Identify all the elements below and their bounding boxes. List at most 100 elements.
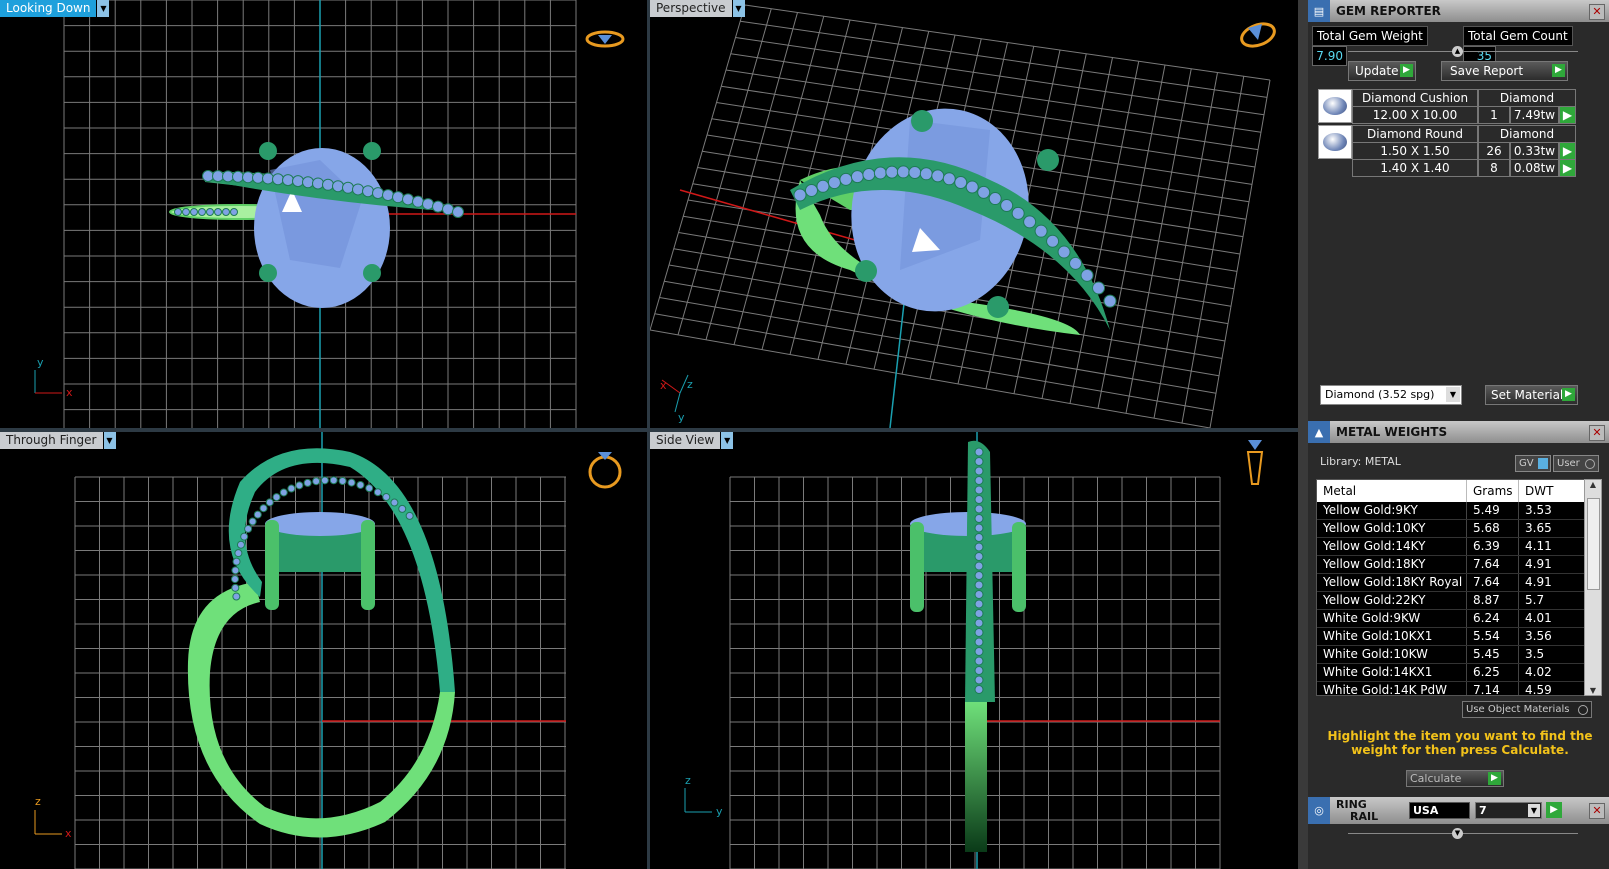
use-object-materials-label: Use Object Materials xyxy=(1466,704,1570,715)
gem-count: 1 xyxy=(1478,106,1510,124)
material-select[interactable]: Diamond (3.52 spg) ▼ xyxy=(1320,385,1462,405)
pave-stone xyxy=(234,549,243,558)
ring-size-select[interactable]: 7 ▼ xyxy=(1475,802,1542,819)
chevron-down-icon[interactable]: ▼ xyxy=(720,432,734,449)
close-icon[interactable]: ✕ xyxy=(1589,4,1605,20)
user-toggle[interactable]: User xyxy=(1553,455,1599,472)
table-row[interactable]: White Gold:10KW 5.45 3.5 xyxy=(1317,646,1585,664)
pave-stone xyxy=(974,656,984,666)
chevron-down-icon[interactable]: ▼ xyxy=(1446,387,1460,402)
gem-count: 26 xyxy=(1478,142,1510,160)
metal-weights-title: METAL WEIGHTS xyxy=(1336,425,1448,439)
grams-cell: 5.54 xyxy=(1467,628,1519,645)
update-button[interactable]: Update ▶ xyxy=(1348,61,1416,81)
pave-stone xyxy=(398,504,407,513)
side-view-canvas[interactable]: z y xyxy=(650,432,1298,869)
pave-stone xyxy=(287,484,296,493)
chevron-down-icon[interactable]: ▼ xyxy=(1528,804,1540,817)
use-object-materials-toggle[interactable]: Use Object Materials xyxy=(1462,701,1592,718)
scroll-down-icon[interactable]: ▼ xyxy=(1585,686,1601,695)
gem-row-action-button[interactable]: ▶ xyxy=(1559,142,1576,160)
expand-icon[interactable]: ▼ xyxy=(1452,828,1463,839)
scroll-thumb[interactable] xyxy=(1587,498,1600,590)
axis-label-x-bl: x xyxy=(65,827,72,840)
calculate-button[interactable]: Calculate ▶ xyxy=(1406,770,1504,787)
ring-region-field[interactable]: USA xyxy=(1409,802,1470,819)
viewport-side-view[interactable]: z y Side View ▼ xyxy=(650,432,1298,869)
pave-stone xyxy=(1069,256,1083,270)
gem-group-cushion[interactable]: Diamond Cushion Diamond 12.00 X 10.00 1 … xyxy=(1318,89,1576,124)
viewport-label: Looking Down xyxy=(0,0,97,17)
close-icon[interactable]: ✕ xyxy=(1589,803,1605,819)
viewport-menu-perspective[interactable]: Perspective ▼ xyxy=(650,0,745,17)
radio-icon xyxy=(1578,705,1588,715)
looking-down-canvas[interactable]: y x xyxy=(0,0,647,428)
pave-stone xyxy=(974,666,984,675)
pave-stone xyxy=(974,685,984,694)
grams-cell: 5.49 xyxy=(1467,502,1519,519)
viewport-perspective[interactable]: x z y Perspective ▼ xyxy=(650,0,1298,428)
metal-table-scrollbar[interactable]: ▲ ▼ xyxy=(1584,479,1602,696)
orientation-icon-tr xyxy=(1240,22,1276,48)
chevron-down-icon[interactable]: ▼ xyxy=(96,0,110,17)
viewport-splitter-horizontal[interactable] xyxy=(0,428,1305,432)
axis-label-y-br: y xyxy=(716,805,723,818)
play-icon: ▶ xyxy=(1552,64,1565,77)
gem-row-action-button[interactable]: ▶ xyxy=(1559,106,1576,124)
viewport-splitter-vertical[interactable] xyxy=(647,0,650,869)
pave-stone xyxy=(214,208,222,216)
metal-table[interactable]: Metal Grams DWT Yellow Gold:9KY 5.49 3.53 Y… xyxy=(1316,479,1586,696)
viewport-through-finger[interactable]: z x Through Finger ▼ xyxy=(0,432,647,869)
pave-stone xyxy=(804,183,818,197)
perspective-canvas[interactable]: x z y xyxy=(650,0,1298,428)
pave-stone xyxy=(908,165,922,179)
panel-splitter[interactable] xyxy=(1298,0,1308,869)
table-row[interactable]: Yellow Gold:18KY 7.64 4.91 xyxy=(1317,556,1585,574)
pave-stone xyxy=(174,208,182,216)
pave-stone xyxy=(365,484,374,493)
table-row[interactable]: White Gold:9KW 6.24 4.01 xyxy=(1317,610,1585,628)
save-report-button[interactable]: Save Report ▶ xyxy=(1441,61,1568,81)
table-row[interactable]: White Gold:10KX1 5.54 3.56 xyxy=(1317,628,1585,646)
chevron-down-icon[interactable]: ▼ xyxy=(102,432,116,449)
pave-stone xyxy=(392,191,404,204)
table-row[interactable]: Yellow Gold:22KY 8.87 5.7 xyxy=(1317,592,1585,610)
set-material-button[interactable]: Set Material ▶ xyxy=(1485,385,1578,405)
table-row[interactable]: White Gold:14K PdW 7.14 4.59 xyxy=(1317,682,1585,696)
pave-stone xyxy=(232,557,241,566)
chevron-down-icon[interactable]: ▼ xyxy=(731,0,745,17)
gem-group-round[interactable]: Diamond Round Diamond 1.50 X 1.50 26 0.3… xyxy=(1318,125,1576,177)
pave-stone xyxy=(432,200,444,213)
pave-stone xyxy=(373,488,382,497)
viewport-menu-looking-down[interactable]: Looking Down ▼ xyxy=(0,0,110,17)
pave-stone xyxy=(954,176,968,190)
column-header-dwt[interactable]: DWT xyxy=(1519,480,1585,502)
viewport-menu-through-finger[interactable]: Through Finger ▼ xyxy=(0,432,116,449)
radio-icon xyxy=(1538,458,1548,469)
pave-stone xyxy=(232,170,244,183)
scroll-up-icon[interactable]: ▲ xyxy=(1585,480,1601,489)
table-row[interactable]: Yellow Gold:18KY Royal 7.64 4.91 xyxy=(1317,574,1585,592)
pave-stone xyxy=(850,170,864,184)
collapse-icon[interactable]: ▲ xyxy=(1452,46,1463,57)
gv-toggle[interactable]: GV xyxy=(1515,455,1551,472)
column-header-metal[interactable]: Metal xyxy=(1317,480,1467,502)
table-row[interactable]: Yellow Gold:10KY 5.68 3.65 xyxy=(1317,520,1585,538)
viewport-menu-side-view[interactable]: Side View ▼ xyxy=(650,432,734,449)
table-row[interactable]: White Gold:14KX1 6.25 4.02 xyxy=(1317,664,1585,682)
pave-stone xyxy=(896,165,910,179)
gem-row-action-button[interactable]: ▶ xyxy=(1559,159,1576,177)
close-icon[interactable]: ✕ xyxy=(1589,425,1605,441)
grams-cell: 6.25 xyxy=(1467,664,1519,681)
ring-rail-apply-button[interactable]: ▶ xyxy=(1546,802,1562,818)
table-row[interactable]: Yellow Gold:14KY 6.39 4.11 xyxy=(1317,538,1585,556)
pave-stone xyxy=(279,488,288,497)
viewport-looking-down[interactable]: y x Looking Down ▼ xyxy=(0,0,647,428)
grams-cell: 6.24 xyxy=(1467,610,1519,627)
table-row[interactable]: Yellow Gold:9KY 5.49 3.53 xyxy=(1317,502,1585,520)
pave-stone xyxy=(974,485,984,495)
gem-reporter-title: GEM REPORTER xyxy=(1336,4,1441,18)
through-finger-canvas[interactable]: z x xyxy=(0,432,647,869)
column-header-grams[interactable]: Grams xyxy=(1467,480,1519,502)
dwt-cell: 4.59 xyxy=(1525,683,1552,696)
